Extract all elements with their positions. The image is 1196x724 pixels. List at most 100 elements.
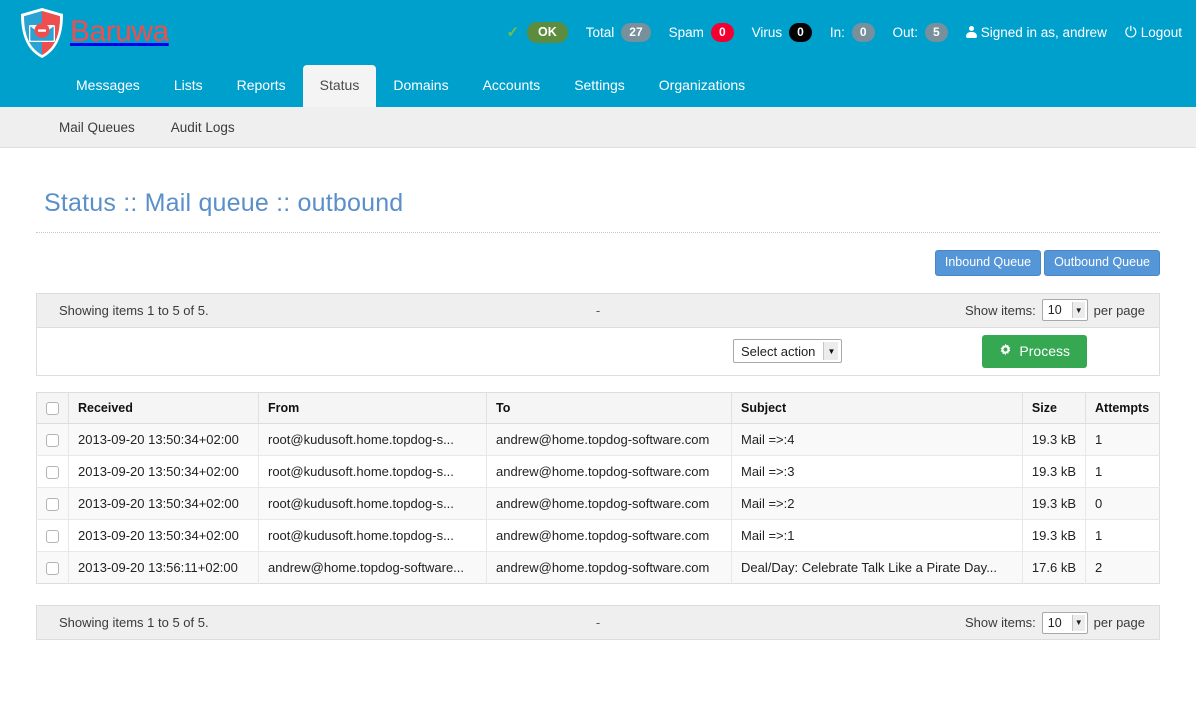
spam-label: Spam — [668, 24, 704, 40]
mail-queue-table: Received From To Subject Size Attempts 2… — [36, 391, 1160, 585]
logout-button[interactable]: ⏻ Logout — [1125, 25, 1182, 40]
per-page-label-bottom: per page — [1093, 615, 1145, 631]
nav-item-status[interactable]: Status — [302, 65, 377, 107]
cell-to: andrew@home.topdog-software.com — [486, 455, 732, 488]
signed-in-user-link[interactable]: Signed in as, andrew — [965, 24, 1107, 40]
cell-from: root@kudusoft.home.topdog-s... — [258, 455, 487, 488]
in-badge: 0 — [851, 22, 875, 42]
cell-to: andrew@home.topdog-software.com — [486, 487, 732, 520]
cell-size: 19.3 kB — [1022, 455, 1087, 488]
per-page-value-top: 10 — [1047, 303, 1062, 317]
per-page-select-top[interactable]: 10 ▼ — [1041, 299, 1088, 321]
show-items-label-bottom: Show items: — [964, 615, 1036, 631]
status-ok-badge: OK — [527, 21, 568, 43]
logout-label: Logout — [1140, 24, 1182, 40]
shield-envelope-icon — [18, 5, 66, 59]
inbound-queue-button[interactable]: Inbound Queue — [934, 249, 1042, 276]
cell-attempts: 2 — [1095, 559, 1103, 575]
cell-size: 19.3 kB — [1022, 423, 1087, 456]
top-brand-bar: Baruwa ✓ OK Total 27 Spam 0 Virus 0 In: … — [0, 0, 1196, 64]
queue-button-group: Inbound Queue Outbound Queue — [36, 249, 1160, 276]
select-all-checkbox[interactable] — [46, 401, 59, 415]
row-select-cell — [36, 487, 69, 520]
nav-item-messages[interactable]: Messages — [59, 65, 157, 107]
in-label: In: — [829, 24, 845, 40]
row-select-cell — [36, 455, 69, 488]
nav-item-domains[interactable]: Domains — [376, 65, 465, 107]
table-row[interactable]: 2013-09-20 13:50:34+02:00 root@kudusoft.… — [36, 423, 1160, 456]
cell-size: 19.3 kB — [1022, 487, 1087, 520]
table-row[interactable]: 2013-09-20 13:50:34+02:00 root@kudusoft.… — [36, 519, 1160, 552]
cell-size: 19.3 kB — [1022, 519, 1087, 552]
sub-navigation: Mail Queues Audit Logs — [0, 107, 1196, 148]
row-checkbox[interactable] — [46, 529, 59, 543]
pagination-info-bar-top: Showing items 1 to 5 of 5. - Show items:… — [36, 292, 1160, 328]
cell-subject: Mail =>:4 — [731, 423, 1023, 456]
cell-to: andrew@home.topdog-software.com — [486, 519, 732, 552]
signed-in-text: Signed in as, andrew — [980, 24, 1107, 40]
cell-attempts: 0 — [1085, 487, 1160, 520]
brand-logo-link[interactable]: Baruwa — [18, 0, 169, 64]
table-row[interactable]: 2013-09-20 13:50:34+02:00 root@kudusoft.… — [36, 455, 1160, 488]
brand-name: Baruwa — [70, 15, 169, 48]
column-header-size[interactable]: Size — [1022, 392, 1087, 424]
row-select-cell — [36, 423, 69, 456]
row-checkbox[interactable] — [46, 465, 59, 479]
table-header-row: Received From To Subject Size Attempts — [36, 392, 1160, 424]
cell-received: 2013-09-20 13:56:11+02:00 — [68, 551, 259, 584]
select-all-header — [36, 392, 69, 424]
cell-attempts: 1 — [1085, 455, 1160, 488]
chevron-down-icon: ▼ — [1071, 614, 1085, 631]
column-header-from[interactable]: From — [258, 392, 487, 424]
process-button[interactable]: Process — [982, 334, 1087, 368]
subnav-item-audit-logs[interactable]: Audit Logs — [171, 120, 235, 135]
nav-item-accounts[interactable]: Accounts — [466, 65, 558, 107]
virus-label: Virus — [751, 24, 783, 40]
chevron-down-icon: ▼ — [1071, 302, 1085, 318]
total-badge: 27 — [621, 22, 651, 42]
table-row[interactable]: 2013-09-20 13:50:34+02:00 root@kudusoft.… — [36, 487, 1160, 520]
select-action-dropdown[interactable]: Select action ▼ — [732, 339, 843, 363]
process-label: Process — [1019, 342, 1070, 359]
cell-subject: Deal/Day: Celebrate Talk Like a Pirate D… — [731, 551, 1023, 584]
row-checkbox[interactable] — [46, 433, 59, 447]
pagination-info-bar-bottom: Showing items 1 to 5 of 5. - Show items:… — [36, 605, 1160, 641]
outbound-queue-button[interactable]: Outbound Queue — [1044, 249, 1160, 276]
nav-item-lists[interactable]: Lists — [157, 65, 220, 107]
cell-size: 17.6 kB — [1022, 551, 1087, 584]
total-label: Total — [585, 24, 615, 40]
main-navigation: Messages Lists Reports Status Domains Ac… — [0, 64, 1196, 107]
out-label: Out: — [892, 24, 919, 40]
select-action-value: Select action — [740, 343, 816, 359]
nav-item-organizations[interactable]: Organizations — [642, 65, 762, 107]
cell-from: root@kudusoft.home.topdog-s... — [258, 519, 487, 552]
cell-attempts: 1 — [1085, 423, 1160, 456]
row-checkbox[interactable] — [46, 562, 59, 576]
row-checkbox[interactable] — [46, 497, 59, 511]
column-header-to[interactable]: To — [486, 392, 732, 424]
nav-item-settings[interactable]: Settings — [557, 65, 642, 107]
row-select-cell — [36, 551, 69, 584]
user-icon — [965, 25, 977, 39]
cell-from: root@kudusoft.home.topdog-s... — [258, 487, 487, 520]
subnav-item-mail-queues[interactable]: Mail Queues — [59, 120, 135, 135]
cell-from: andrew@home.topdog-software... — [258, 551, 487, 584]
column-header-received[interactable]: Received — [68, 392, 259, 424]
table-row[interactable]: 2013-09-20 13:56:11+02:00 andrew@home.to… — [36, 551, 1160, 584]
checkmark-icon: ✓ — [506, 24, 520, 41]
cell-subject: Mail =>:1 — [731, 519, 1023, 552]
cell-from: root@kudusoft.home.topdog-s... — [258, 423, 487, 456]
show-items-label-top: Show items: — [964, 302, 1036, 318]
virus-badge: 0 — [789, 22, 812, 42]
power-icon: ⏻ — [1124, 23, 1137, 41]
cell-to: andrew@home.topdog-software.com — [486, 423, 732, 456]
status-summary-bar: ✓ OK Total 27 Spam 0 Virus 0 In: 0 Out: … — [506, 0, 1182, 64]
column-header-attempts[interactable]: Attempts — [1085, 392, 1160, 424]
page-title: Status :: Mail queue :: outbound — [36, 165, 1160, 233]
bulk-action-bar: Select action ▼ Process — [36, 327, 1160, 376]
row-select-cell — [36, 519, 69, 552]
showing-items-text-bottom: Showing items 1 to 5 of 5. — [59, 615, 209, 631]
per-page-select-bottom[interactable]: 10 ▼ — [1041, 611, 1088, 634]
nav-item-reports[interactable]: Reports — [220, 65, 303, 107]
column-header-subject[interactable]: Subject — [731, 392, 1023, 424]
